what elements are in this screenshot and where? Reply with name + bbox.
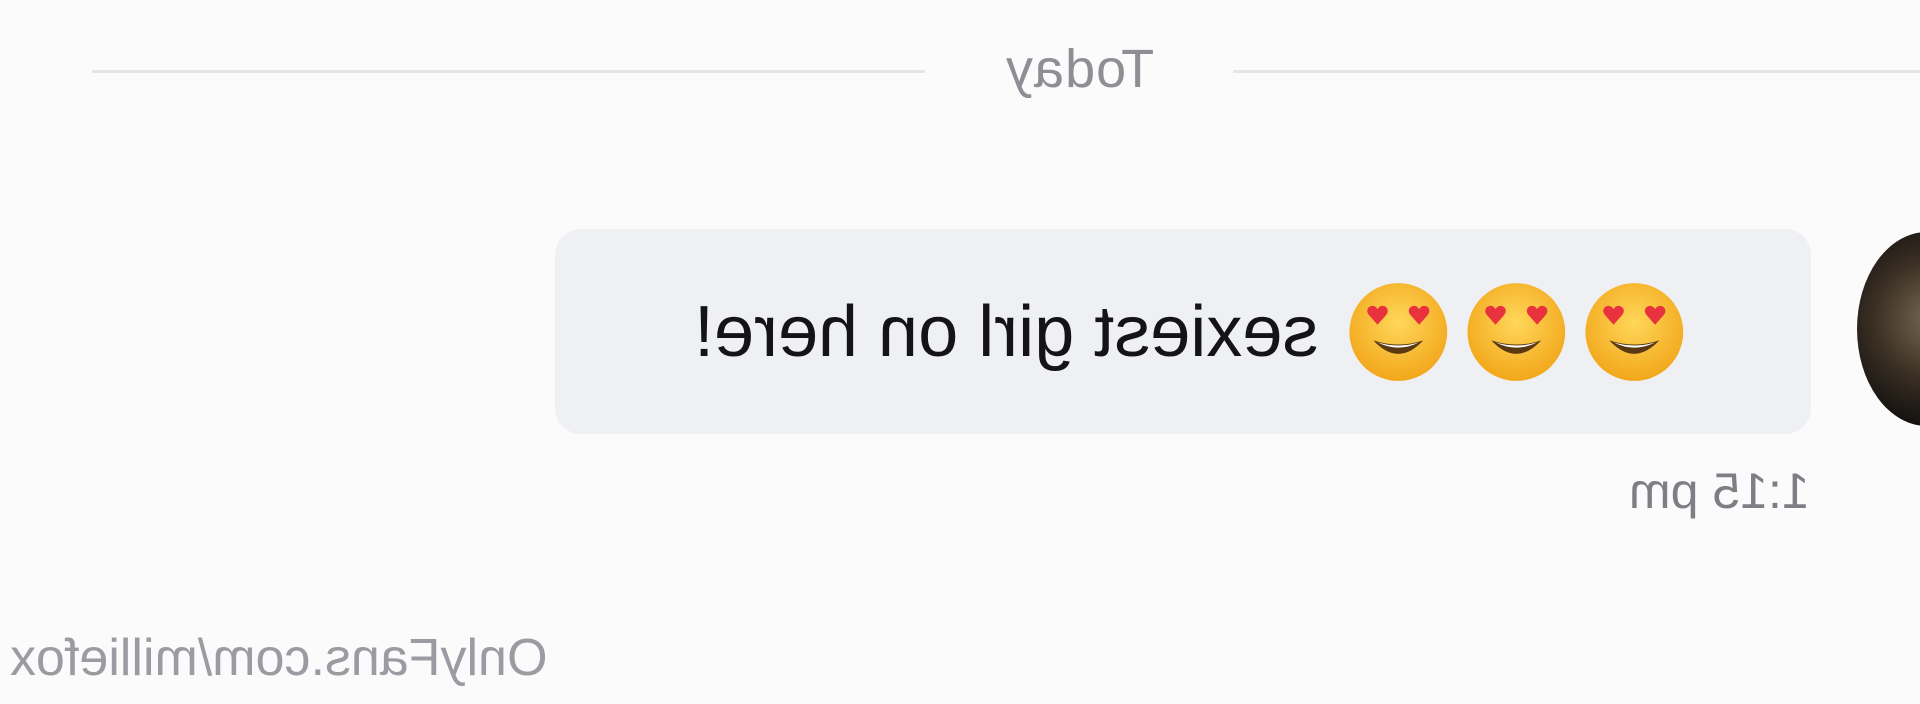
avatar[interactable] bbox=[1857, 232, 1920, 426]
message-content: sexiest girl on here! bbox=[666, 280, 1700, 384]
watermark: OnlyFans.com/milliefox bbox=[10, 628, 547, 688]
heart-eyes-emoji-icon bbox=[1464, 280, 1568, 384]
date-divider-line-right bbox=[1233, 70, 1920, 73]
date-divider: Today bbox=[990, 38, 1170, 100]
message-bubble[interactable]: sexiest girl on here! bbox=[555, 229, 1811, 434]
heart-eyes-emoji-icon bbox=[1582, 280, 1686, 384]
date-divider-label: Today bbox=[1005, 39, 1155, 99]
message-timestamp: 1:15 pm bbox=[1580, 462, 1810, 520]
watermark-text: OnlyFans.com/milliefox bbox=[10, 629, 548, 687]
timestamp-text: 1:15 pm bbox=[1629, 463, 1810, 519]
message-text: sexiest girl on here! bbox=[693, 291, 1319, 372]
date-divider-line-left bbox=[92, 70, 925, 73]
heart-eyes-emoji-icon bbox=[1346, 280, 1450, 384]
